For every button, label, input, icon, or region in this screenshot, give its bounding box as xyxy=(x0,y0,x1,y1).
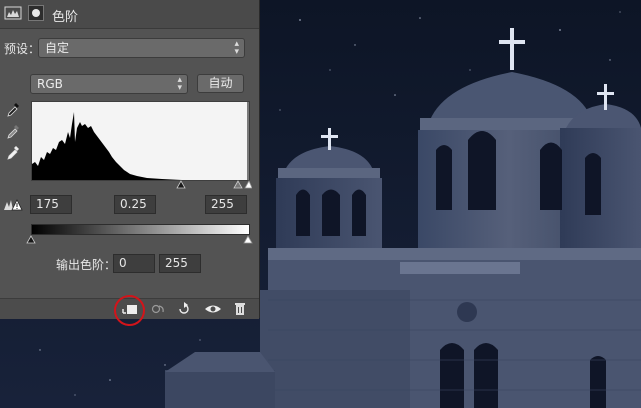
preset-label: 预设： xyxy=(4,42,41,56)
output-levels-label: 输出色阶： xyxy=(56,258,117,272)
preset-dropdown[interactable]: 自定 ▴ ▾ xyxy=(38,38,245,58)
highlight-annotation-circle xyxy=(114,295,145,326)
toggle-visibility-icon[interactable] xyxy=(203,301,223,317)
panel-header: 色阶 xyxy=(0,0,259,29)
levels-properties-panel: 色阶 预设： 自定 ▴ ▾ RGB ▴ ▾ 自动 175 0.25 255 输出… xyxy=(0,0,259,319)
input-gamma-field[interactable]: 0.25 xyxy=(114,195,156,214)
panel-title: 色阶 xyxy=(52,10,79,25)
output-white-handle xyxy=(243,235,253,244)
dropdown-arrows-icon: ▴ ▾ xyxy=(234,39,239,57)
reset-icon[interactable] xyxy=(174,301,194,317)
input-black-field[interactable]: 175 xyxy=(30,195,72,214)
levels-adjustment-icon xyxy=(4,6,22,20)
black-point-handle xyxy=(176,180,186,189)
channel-value: RGB xyxy=(37,77,63,91)
output-levels-slider[interactable] xyxy=(26,235,254,244)
clipping-warning-icon[interactable] xyxy=(3,198,23,212)
preset-value: 自定 xyxy=(45,41,70,55)
auto-button[interactable]: 自动 xyxy=(197,74,244,93)
layer-mask-icon[interactable] xyxy=(28,5,44,21)
gray-point-eyedropper-icon[interactable] xyxy=(6,124,20,140)
input-white-field[interactable]: 255 xyxy=(205,195,247,214)
white-point-eyedropper-icon[interactable] xyxy=(6,145,20,161)
histogram-graph xyxy=(32,102,249,180)
white-point-handle xyxy=(244,180,252,189)
delete-icon[interactable] xyxy=(230,301,250,317)
midtone-handle xyxy=(233,180,243,189)
channel-dropdown[interactable]: RGB ▴ ▾ xyxy=(30,74,188,94)
output-white-field[interactable]: 255 xyxy=(159,254,201,273)
view-previous-state-icon[interactable] xyxy=(148,301,168,317)
black-point-eyedropper-icon[interactable] xyxy=(6,102,20,118)
input-levels-slider[interactable] xyxy=(28,180,252,189)
output-gradient-bar xyxy=(31,224,250,235)
dropdown-arrows-icon: ▴ ▾ xyxy=(177,75,182,93)
output-black-field[interactable]: 0 xyxy=(113,254,155,273)
levels-histogram xyxy=(31,101,250,181)
output-black-handle xyxy=(26,235,36,244)
